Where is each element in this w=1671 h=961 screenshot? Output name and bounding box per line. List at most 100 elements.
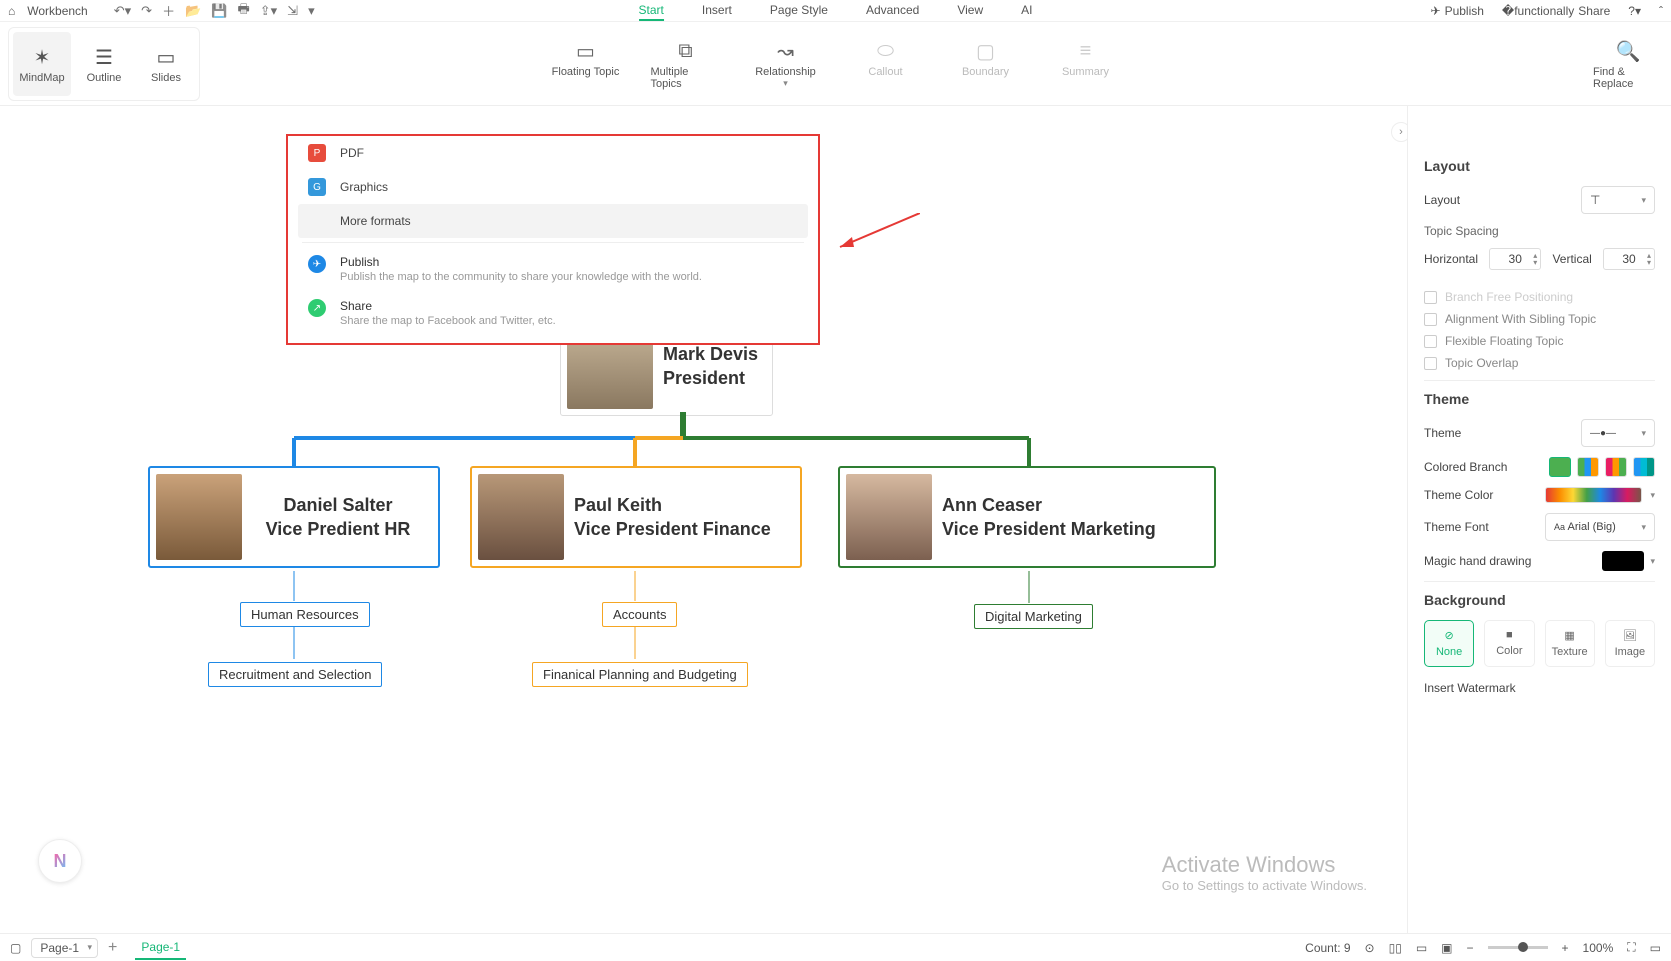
fit-view-icon[interactable]: ▣ [1441,941,1452,955]
help-icon[interactable]: ?▾ [1628,4,1641,18]
redo-icon[interactable]: ↷ [141,3,152,19]
swatch-4[interactable] [1633,457,1655,477]
menu-tab-start[interactable]: Start [639,1,664,21]
workbench-label[interactable]: Workbench [27,4,87,18]
undo-icon[interactable]: ↶▾ [114,3,131,19]
none-icon: ⊘ [1445,629,1454,642]
horizontal-spacing-input[interactable]: 30▴▾ [1489,248,1541,270]
bg-none-button[interactable]: ⊘None [1424,620,1474,667]
add-page-button[interactable]: + [108,939,117,957]
branch-free-positioning-checkbox[interactable]: Branch Free Positioning [1424,290,1655,304]
import-icon[interactable]: ⇲ [287,3,298,19]
org-node-financial-planning[interactable]: Finanical Planning and Budgeting [532,662,748,687]
topic-count: Count: 9 [1305,941,1350,955]
outline-icon: ☰ [95,44,113,72]
org-node-accounts[interactable]: Accounts [602,602,677,627]
theme-preview-icon: —●— [1590,428,1616,439]
bg-color-button[interactable]: ■Color [1484,620,1534,667]
texture-icon: ▦ [1564,629,1574,642]
focus-icon[interactable]: ⊙ [1365,941,1375,955]
page-select[interactable]: Page-1 [31,938,98,958]
insert-watermark-link[interactable]: Insert Watermark [1424,681,1655,695]
export-more-formats-item[interactable]: More formats [298,204,808,238]
theme-color-strip[interactable] [1545,487,1642,503]
multiple-topics-button[interactable]: ⧉Multiple Topics [651,38,721,90]
open-icon[interactable]: 📂 [185,3,201,19]
swatch-2[interactable] [1577,457,1599,477]
collapse-ribbon-icon[interactable]: ˆ [1659,4,1663,18]
windows-activation-watermark: Activate Windows Go to Settings to activ… [1162,852,1367,893]
swatch-1[interactable] [1549,457,1571,477]
layout-label: Layout [1424,193,1460,207]
org-node-vp-finance[interactable]: Paul Keith Vice President Finance [470,466,802,568]
view-slides-button[interactable]: ▭Slides [137,32,195,96]
home-icon[interactable]: ⌂ [8,4,15,18]
share-button[interactable]: �functionallyShare [1502,4,1610,18]
zoom-value[interactable]: 100% [1583,941,1614,955]
theme-color-label: Theme Color [1424,488,1493,502]
fullscreen-icon[interactable]: ⛶ [1627,940,1635,955]
right-panel: Layout Layout ⊤▾ Topic Spacing Horizonta… [1407,106,1671,933]
menu-tab-ai[interactable]: AI [1021,1,1032,21]
theme-font-select[interactable]: Aa Arial (Big) ▾ [1545,513,1655,541]
menu-tabs: Start Insert Page Style Advanced View AI [639,1,1033,21]
present-icon[interactable]: ▭ [1650,941,1661,955]
zoom-out-button[interactable]: − [1467,941,1474,955]
callout-icon: ⬭ [877,38,894,66]
pages-panel-icon[interactable]: ▢ [10,941,21,955]
relationship-button[interactable]: ↝Relationship▾ [751,38,821,89]
menu-tab-page-style[interactable]: Page Style [770,1,828,21]
alignment-sibling-checkbox[interactable]: Alignment With Sibling Topic [1424,312,1655,326]
relationship-icon: ↝ [777,38,794,66]
layout-type-select[interactable]: ⊤▾ [1581,186,1655,214]
export-publish-item[interactable]: ✈ Publish Publish the map to the communi… [288,247,818,291]
node-name: Paul Keith [574,493,771,517]
floating-topic-button[interactable]: ▭Floating Topic [551,38,621,78]
publish-title: Publish [340,255,702,269]
new-icon[interactable]: ＋ [162,1,175,20]
chevron-down-icon[interactable]: ▾ [1650,556,1655,567]
find-replace-button[interactable]: 🔍Find & Replace [1593,38,1663,90]
save-icon[interactable]: 💾 [211,3,227,19]
org-node-vp-hr[interactable]: Daniel Salter Vice Predient HR [148,466,440,568]
slides-icon: ▭ [157,44,176,72]
view-mindmap-button[interactable]: ✶MindMap [13,32,71,96]
layout-view-icon[interactable]: ▯▯ [1389,941,1402,955]
org-node-digital-marketing[interactable]: Digital Marketing [974,604,1093,629]
org-node-recruitment[interactable]: Recruitment and Selection [208,662,382,687]
publish-button[interactable]: ✈Publish [1431,4,1484,18]
menu-tab-view[interactable]: View [957,1,983,21]
page-tab[interactable]: Page-1 [135,936,186,960]
export-icon[interactable]: ⇪▾ [260,3,277,19]
magic-hand-color[interactable] [1602,551,1644,571]
vertical-label: Vertical [1552,252,1591,266]
vertical-spacing-input[interactable]: 30▴▾ [1603,248,1655,270]
zoom-in-button[interactable]: + [1562,941,1569,955]
print-icon[interactable]: 🖶 [237,0,249,22]
bg-image-button[interactable]: 🖼Image [1605,620,1655,667]
titlebar-right: ✈Publish �functionallyShare ?▾ ˆ [1431,4,1664,18]
chevron-down-icon[interactable]: ▾ [1650,490,1655,501]
org-node-human-resources[interactable]: Human Resources [240,602,370,627]
flexible-floating-checkbox[interactable]: Flexible Floating Topic [1424,334,1655,348]
more-qat-icon[interactable]: ▾ [308,3,315,19]
page-view-icon[interactable]: ▭ [1416,941,1427,955]
zoom-slider[interactable] [1488,946,1548,949]
topic-overlap-checkbox[interactable]: Topic Overlap [1424,356,1655,370]
canvas[interactable]: P PDF G Graphics More formats ✈ Publish … [0,106,1407,933]
theme-preset-select[interactable]: —●—▾ [1581,419,1655,447]
menu-tab-advanced[interactable]: Advanced [866,1,919,21]
stepper-icon[interactable]: ▴▾ [1647,252,1651,266]
menu-tab-insert[interactable]: Insert [702,1,732,21]
export-graphics-item[interactable]: G Graphics [288,170,818,204]
org-node-vp-marketing[interactable]: Ann Ceaser Vice President Marketing [838,466,1216,568]
ai-assistant-button[interactable]: N [38,839,82,883]
stepper-icon[interactable]: ▴▾ [1533,252,1537,266]
export-pdf-item[interactable]: P PDF [288,136,818,170]
export-share-item[interactable]: ↗ Share Share the map to Facebook and Tw… [288,291,818,335]
colored-branch-swatches[interactable] [1549,457,1655,477]
swatch-3[interactable] [1605,457,1627,477]
view-outline-button[interactable]: ☰Outline [75,32,133,96]
bg-texture-button[interactable]: ▦Texture [1545,620,1595,667]
separator [302,242,804,243]
